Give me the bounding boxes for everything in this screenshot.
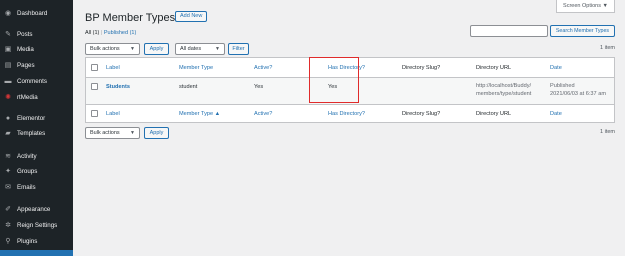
footer-column-has-directory[interactable]: Has Directory?: [328, 111, 365, 117]
dashboard-icon: ◉: [4, 10, 12, 17]
sidebar-item-rtmedia[interactable]: ✺ rtMedia: [0, 90, 73, 104]
page-title: BP Member Types: [85, 12, 176, 24]
row-member-type: student: [179, 84, 198, 90]
activity-icon: ≋: [5, 153, 11, 160]
filter-button[interactable]: Filter: [228, 43, 249, 55]
table-footer-row: Label Member Type ▲ Active? Has Director…: [86, 104, 614, 123]
admin-sidebar: ◉ Dashboard ✎ Posts ▣ Media ▤ Pages ▬ Comment…: [0, 0, 73, 256]
row-directory-url: http://localhost/Buddy/ members/type/stu…: [476, 83, 532, 97]
view-all[interactable]: All (1): [85, 30, 99, 36]
footer-column-directory-slug: Directory Slug?: [402, 111, 441, 117]
sidebar-item-current[interactable]: [0, 250, 73, 256]
main-content: Screen Options ▼ BP Member Types Add New…: [73, 0, 625, 256]
column-directory-url: Directory URL: [476, 65, 512, 71]
footer-column-active[interactable]: Active?: [254, 111, 272, 117]
sidebar-item-comments[interactable]: ▬ Comments: [0, 74, 73, 88]
screen-options-button[interactable]: Screen Options ▼: [556, 0, 615, 13]
select-all-checkbox-footer[interactable]: [91, 110, 98, 117]
row-active: Yes: [254, 84, 264, 90]
rtmedia-icon: ✺: [5, 94, 11, 101]
items-count-top: 1 item: [600, 45, 615, 51]
search-input[interactable]: [470, 25, 548, 37]
sidebar-item-plugins[interactable]: ⚲ Plugins: [0, 234, 73, 248]
sidebar-item-templates[interactable]: ▰ Templates: [0, 126, 73, 140]
sidebar-item-elementor[interactable]: ● Elementor: [0, 111, 73, 125]
view-separator: |: [100, 30, 103, 36]
sidebar-item-reign-settings[interactable]: ✲ Reign Settings: [0, 218, 73, 232]
chevron-down-icon: ▼: [130, 130, 135, 136]
add-new-button[interactable]: Add New: [175, 11, 208, 22]
footer-column-directory-url: Directory URL: [476, 111, 512, 117]
column-directory-slug: Directory Slug?: [402, 65, 441, 71]
column-member-type[interactable]: Member Type: [179, 65, 213, 71]
view-published[interactable]: Published (1): [104, 30, 136, 36]
row-date: Published 2021/06/03 at 6:37 am: [550, 83, 606, 97]
sidebar-item-emails[interactable]: ✉ Emails: [0, 180, 73, 194]
brush-icon: ✐: [5, 206, 11, 213]
column-label[interactable]: Label: [106, 65, 120, 71]
column-active[interactable]: Active?: [254, 65, 272, 71]
bulk-actions-select-top[interactable]: Bulk actions ▼: [85, 43, 140, 55]
sidebar-item-pages[interactable]: ▤ Pages: [0, 58, 73, 72]
footer-column-label[interactable]: Label: [106, 111, 120, 117]
elementor-icon: ●: [5, 114, 11, 122]
media-icon: ▣: [4, 46, 12, 53]
column-date[interactable]: Date: [550, 65, 562, 71]
sidebar-item-posts[interactable]: ✎ Posts: [0, 27, 73, 41]
chevron-down-icon: ▼: [215, 46, 220, 52]
pin-icon: ✎: [5, 31, 11, 38]
email-icon: ✉: [5, 184, 11, 191]
plugin-icon: ⚲: [5, 238, 11, 245]
sidebar-item-activity[interactable]: ≋ Activity: [0, 149, 73, 163]
pages-icon: ▤: [4, 62, 12, 69]
gear-icon: ✲: [5, 222, 11, 229]
active-column-highlight: [309, 57, 359, 103]
sidebar-item-dashboard[interactable]: ◉ Dashboard: [0, 6, 73, 20]
search-member-types-button[interactable]: Search Member Types: [550, 25, 615, 37]
sidebar-item-media[interactable]: ▣ Media: [0, 42, 73, 56]
footer-column-date[interactable]: Date: [550, 111, 562, 117]
apply-button-top[interactable]: Apply: [144, 43, 169, 55]
folder-icon: ▰: [5, 130, 11, 137]
row-checkbox[interactable]: [91, 83, 98, 90]
comments-icon: ▬: [4, 77, 12, 85]
select-all-checkbox[interactable]: [91, 64, 98, 71]
dates-filter-select[interactable]: All dates ▼: [175, 43, 225, 55]
footer-column-member-type[interactable]: Member Type ▲: [179, 111, 220, 117]
items-count-bottom: 1 item: [600, 129, 615, 135]
sidebar-item-groups[interactable]: ✦ Groups: [0, 164, 73, 178]
apply-button-bottom[interactable]: Apply: [144, 127, 169, 139]
chevron-down-icon: ▼: [130, 46, 135, 52]
status-views: All (1) | Published (1): [85, 30, 136, 36]
sidebar-item-appearance[interactable]: ✐ Appearance: [0, 202, 73, 216]
bulk-actions-select-bottom[interactable]: Bulk actions ▼: [85, 127, 140, 139]
row-label-link[interactable]: Students: [106, 84, 130, 90]
groups-icon: ✦: [5, 168, 11, 175]
